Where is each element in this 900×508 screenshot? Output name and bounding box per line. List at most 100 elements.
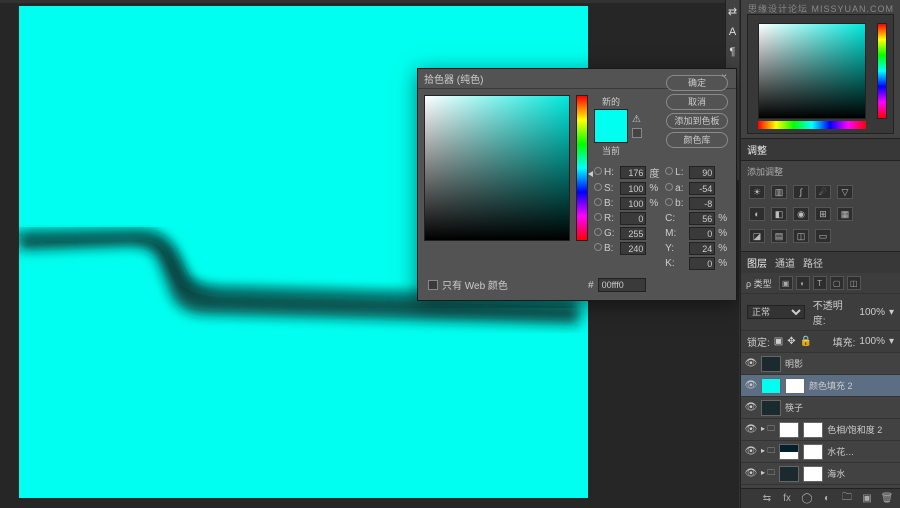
mask-icon[interactable]: ◯ <box>800 492 814 506</box>
layer-mask-thumb[interactable] <box>803 466 823 482</box>
lock-all-icon[interactable]: 🔒 <box>800 336 812 347</box>
y-input[interactable] <box>689 242 715 255</box>
fx-icon[interactable]: fx <box>780 492 794 506</box>
layer-thumb[interactable] <box>761 378 781 394</box>
visibility-icon[interactable]: 👁 <box>745 380 757 392</box>
hue-icon[interactable]: ◐ <box>749 207 765 221</box>
visibility-icon[interactable]: 👁 <box>745 446 757 458</box>
layer-thumb[interactable] <box>761 356 781 372</box>
cube-icon[interactable] <box>632 128 642 138</box>
posterize-icon[interactable]: ▤ <box>771 229 787 243</box>
visibility-icon[interactable]: 👁 <box>745 468 757 480</box>
group-toggle[interactable]: ▸ 🗀 <box>761 445 775 459</box>
warning-icon[interactable]: ⚠ <box>632 114 642 125</box>
l-input[interactable] <box>689 166 715 179</box>
lock-position-icon[interactable]: ✥ <box>787 336 795 347</box>
layer-thumb[interactable] <box>761 400 781 416</box>
tab-adjustments[interactable]: 调整 <box>747 142 767 157</box>
layer-mask-thumb[interactable] <box>803 444 823 460</box>
layer-mask-thumb[interactable] <box>785 378 805 394</box>
curves-icon[interactable]: ∫ <box>793 185 809 199</box>
filter-pixel-icon[interactable]: ▣ <box>779 276 793 290</box>
adjustment-layer-icon[interactable]: ◐ <box>820 492 834 506</box>
filter-adjust-icon[interactable]: ◐ <box>796 276 810 290</box>
tab-paths[interactable]: 路径 <box>803 255 823 270</box>
layer-thumb[interactable] <box>779 422 799 438</box>
layer-name[interactable]: 颜色填充 2 <box>809 379 853 392</box>
lock-pixels-icon[interactable]: ▣ <box>774 336 783 347</box>
layer-thumb[interactable] <box>779 444 799 460</box>
r-input[interactable] <box>620 212 646 225</box>
group-toggle[interactable]: ▸ 🗀 <box>761 467 775 481</box>
group-icon[interactable]: 🗀 <box>840 492 854 506</box>
g-input[interactable] <box>620 227 646 240</box>
layer-name[interactable]: 筷子 <box>785 401 803 414</box>
layer-list[interactable]: 👁 明影 👁 颜色填充 2 👁 筷子 👁 ▸ 🗀 色相/饱和度 2 👁 ▸ 🗀 水花… 👁 ▸ 🗀 海水 <box>741 353 900 488</box>
layer-row[interactable]: 👁 ▸ 🗀 水花… <box>741 441 900 463</box>
trash-icon[interactable]: 🗑 <box>880 492 894 506</box>
saturation-value-field[interactable] <box>424 95 570 241</box>
ok-button[interactable]: 确定 <box>666 75 728 91</box>
layer-row[interactable]: 👁 ▸ 🗀 海水 <box>741 463 900 485</box>
channel-mixer-icon[interactable]: ⊞ <box>815 207 831 221</box>
adjustments-panel: 添加调整 ☀ ▥ ∫ ☄ ▽ ◐ ◧ ◉ ⊞ ▦ ◪ ▤ ◫ ▭ <box>741 160 900 251</box>
photo-filter-icon[interactable]: ◉ <box>793 207 809 221</box>
swap-colors-icon[interactable]: ⇄ <box>727 6 739 18</box>
bv-input[interactable] <box>620 197 646 210</box>
color-lib-button[interactable]: 颜色库 <box>666 132 728 148</box>
mini-spectrum[interactable] <box>758 121 866 129</box>
hex-input[interactable] <box>598 278 646 292</box>
layer-name[interactable]: 明影 <box>785 357 803 370</box>
mini-hue-slider[interactable] <box>877 23 887 119</box>
b2-input[interactable] <box>620 242 646 255</box>
h-input[interactable] <box>620 166 646 179</box>
layer-row[interactable]: 👁 筷子 <box>741 397 900 419</box>
cancel-button[interactable]: 取消 <box>666 94 728 110</box>
web-only-row[interactable]: 只有 Web 颜色 <box>428 277 508 292</box>
layer-thumb[interactable] <box>779 466 799 482</box>
layer-row[interactable]: 👁 ▸ 🗀 色相/饱和度 2 <box>741 419 900 441</box>
layer-name[interactable]: 水花… <box>827 445 854 458</box>
filter-label[interactable]: ρ 类型 <box>746 277 772 290</box>
exposure-icon[interactable]: ☄ <box>815 185 831 199</box>
visibility-icon[interactable]: 👁 <box>745 424 757 436</box>
gradient-map-icon[interactable]: ▭ <box>815 229 831 243</box>
visibility-icon[interactable]: 👁 <box>745 358 757 370</box>
filter-type-icon[interactable]: T <box>813 276 827 290</box>
link-layers-icon[interactable]: ⇆ <box>760 492 774 506</box>
invert-icon[interactable]: ◪ <box>749 229 765 243</box>
a-input[interactable] <box>689 182 715 195</box>
opacity-value[interactable]: 100% <box>859 307 885 318</box>
visibility-icon[interactable]: 👁 <box>745 402 757 414</box>
blend-mode-select[interactable]: 正常 <box>747 305 805 319</box>
layer-name[interactable]: 色相/饱和度 2 <box>827 423 882 436</box>
b-input[interactable] <box>689 197 715 210</box>
tab-channels[interactable]: 通道 <box>775 255 795 270</box>
layer-name[interactable]: 海水 <box>827 467 845 480</box>
c-input[interactable] <box>689 212 715 225</box>
text-tool-icon[interactable]: A <box>727 26 739 38</box>
vibrance-icon[interactable]: ▽ <box>837 185 853 199</box>
bw-icon[interactable]: ◧ <box>771 207 787 221</box>
k-input[interactable] <box>689 257 715 270</box>
fill-value[interactable]: 100% <box>859 336 885 347</box>
group-toggle[interactable]: ▸ 🗀 <box>761 423 775 437</box>
filter-smart-icon[interactable]: ◫ <box>847 276 861 290</box>
paragraph-icon[interactable]: ¶ <box>727 46 739 58</box>
levels-icon[interactable]: ▥ <box>771 185 787 199</box>
new-layer-icon[interactable]: ▣ <box>860 492 874 506</box>
tab-layers[interactable]: 图层 <box>747 255 767 270</box>
brightness-icon[interactable]: ☀ <box>749 185 765 199</box>
m-input[interactable] <box>689 227 715 240</box>
layer-row[interactable]: 👁 颜色填充 2 <box>741 375 900 397</box>
lookup-icon[interactable]: ▦ <box>837 207 853 221</box>
web-only-checkbox[interactable] <box>428 280 438 290</box>
layer-row[interactable]: 👁 明影 <box>741 353 900 375</box>
hue-slider[interactable] <box>576 95 588 241</box>
threshold-icon[interactable]: ◫ <box>793 229 809 243</box>
add-swatch-button[interactable]: 添加到色板 <box>666 113 728 129</box>
mini-sv-field[interactable] <box>758 23 866 119</box>
layer-mask-thumb[interactable] <box>803 422 823 438</box>
s-input[interactable] <box>620 182 646 195</box>
filter-shape-icon[interactable]: ▢ <box>830 276 844 290</box>
